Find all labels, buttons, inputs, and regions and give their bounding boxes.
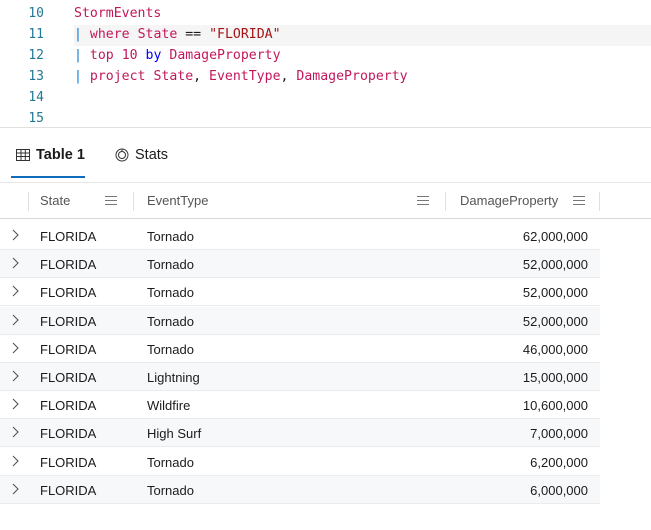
cell-state[interactable]: FLORIDA [40,278,96,306]
cell-eventtype[interactable]: Tornado [147,476,194,504]
pipe-token: | [74,27,82,42]
pipe-token: | [74,48,82,63]
table-icon [16,149,30,161]
string-token: "FLORIDA" [209,27,281,42]
cell-state[interactable]: FLORIDA [40,335,96,363]
cell-eventtype[interactable]: Tornado [147,335,194,363]
keyword-token: by [145,48,162,63]
cell-state[interactable]: FLORIDA [40,363,96,391]
tab-label: Table 1 [36,147,85,163]
cell-damageproperty[interactable]: 46,000,000 [445,335,588,363]
column-token: EventType [209,69,281,84]
chevron-right-icon[interactable] [10,369,22,383]
cell-state[interactable]: FLORIDA [40,307,96,335]
cell-state[interactable]: FLORIDA [40,391,96,419]
column-token: DamageProperty [296,69,408,84]
cell-eventtype[interactable]: Lightning [147,363,200,391]
editor-results-divider[interactable] [0,127,651,128]
column-resize-handle[interactable] [445,192,446,211]
cell-state[interactable]: FLORIDA [40,448,96,476]
tab-table-1[interactable]: Table 1 [16,144,88,166]
table-row[interactable]: FLORIDA Wildfire 10,600,000 [0,391,600,420]
table-row[interactable]: FLORIDA Lightning 15,000,000 [0,363,600,391]
cell-state[interactable]: FLORIDA [40,476,96,504]
grid-header: State EventType DamageProperty [0,182,651,219]
column-token: State [137,27,178,42]
cell-damageproperty[interactable]: 6,000,000 [445,476,588,504]
cell-damageproperty[interactable]: 62,000,000 [445,222,588,250]
cell-state[interactable]: FLORIDA [40,419,96,447]
chevron-right-icon[interactable] [10,284,22,298]
comma-token: , [280,69,289,84]
cell-damageproperty[interactable]: 52,000,000 [445,307,588,335]
table-row[interactable]: FLORIDA Tornado 6,200,000 [0,448,600,476]
table-row[interactable]: FLORIDA High Surf 7,000,000 [0,419,600,448]
column-resize-handle[interactable] [133,192,134,211]
column-menu-icon[interactable] [573,196,585,206]
keyword-token: top [89,48,114,63]
operator-token: == [185,27,202,42]
cell-damageproperty[interactable]: 52,000,000 [445,250,588,278]
cell-eventtype[interactable]: Tornado [147,307,194,335]
keyword-token: project [89,69,146,84]
column-header-eventtype[interactable]: EventType [147,183,208,219]
column-menu-icon[interactable] [105,196,117,206]
comma-token: , [193,69,202,84]
cell-damageproperty[interactable]: 15,000,000 [445,363,588,391]
pipe-token: | [74,69,82,84]
cell-eventtype[interactable]: Tornado [147,448,194,476]
column-resize-handle[interactable] [599,192,600,211]
chevron-right-icon[interactable] [10,482,22,496]
cell-damageproperty[interactable]: 7,000,000 [445,419,588,447]
code-line-2[interactable]: | where State == "FLORIDA" [74,24,281,45]
line-number: 11 [28,27,44,42]
code-line-1[interactable]: StormEvents [74,3,161,24]
table-row[interactable]: FLORIDA Tornado 62,000,000 [0,222,600,250]
cell-eventtype[interactable]: Tornado [147,222,194,250]
table-row[interactable]: FLORIDA Tornado 52,000,000 [0,306,600,335]
cell-eventtype[interactable]: Wildfire [147,391,190,419]
query-editor[interactable]: 10 11 12 13 14 15 StormEvents | where St… [0,0,651,127]
cell-eventtype[interactable]: High Surf [147,419,201,447]
column-header-damageproperty[interactable]: DamageProperty [460,183,558,219]
code-line-4[interactable]: | project State, EventType, DamageProper… [74,66,408,87]
table-row[interactable]: FLORIDA Tornado 46,000,000 [0,335,600,363]
chevron-right-icon[interactable] [10,454,22,468]
line-number: 10 [28,6,44,21]
column-header-state[interactable]: State [40,183,70,219]
cell-damageproperty[interactable]: 52,000,000 [445,278,588,306]
chevron-right-icon[interactable] [10,228,22,242]
table-row[interactable]: FLORIDA Tornado 6,000,000 [0,475,600,504]
chevron-right-icon[interactable] [10,256,22,270]
keyword-token: where [89,27,130,42]
cell-damageproperty[interactable]: 6,200,000 [445,448,588,476]
cell-eventtype[interactable]: Tornado [147,278,194,306]
column-resize-handle[interactable] [28,192,29,211]
cell-eventtype[interactable]: Tornado [147,250,194,278]
tab-label: Stats [135,147,169,163]
line-number: 14 [28,90,44,105]
tab-stats[interactable]: Stats [115,144,175,166]
cell-state[interactable]: FLORIDA [40,222,96,250]
results-grid: State EventType DamageProperty FLORIDA To… [0,182,651,530]
line-number: 15 [28,111,44,126]
table-row[interactable]: FLORIDA Tornado 52,000,000 [0,250,600,279]
line-number: 13 [28,69,44,84]
chevron-right-icon[interactable] [10,425,22,439]
stats-icon [115,148,129,162]
line-number: 12 [28,48,44,63]
column-token: State [153,69,194,84]
active-tab-indicator [11,176,85,178]
chevron-right-icon[interactable] [10,397,22,411]
column-token: DamageProperty [169,48,281,63]
table-row[interactable]: FLORIDA Tornado 52,000,000 [0,278,600,307]
chevron-right-icon[interactable] [10,313,22,327]
number-token: 10 [121,48,138,63]
code-line-3[interactable]: | top 10 by DamageProperty [74,45,281,66]
cell-damageproperty[interactable]: 10,600,000 [445,391,588,419]
cell-state[interactable]: FLORIDA [40,250,96,278]
chevron-right-icon[interactable] [10,341,22,355]
column-menu-icon[interactable] [417,196,429,206]
table-name-token: StormEvents [74,6,162,21]
